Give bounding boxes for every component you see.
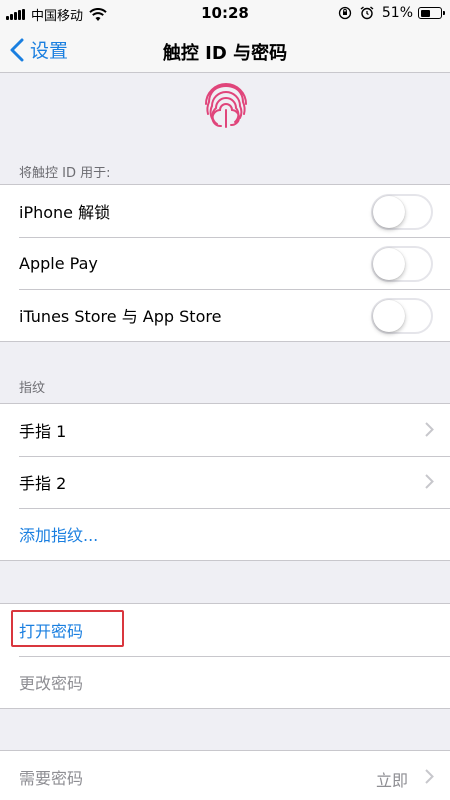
require-passcode-value: 立即: [375, 771, 408, 790]
toggle-knob: [373, 300, 405, 332]
finger-2-row[interactable]: 手指 2: [0, 456, 450, 508]
chevron-right-icon: [425, 474, 434, 489]
finger-2-label: 手指 2: [19, 474, 67, 493]
change-passcode-label: 更改密码: [19, 674, 84, 693]
touch-id-header: 将触控 ID 用于:: [19, 166, 111, 181]
battery-icon: [418, 7, 445, 19]
require-passcode-row: 需要密码 立即: [0, 751, 450, 800]
orientation-lock-icon: [338, 6, 352, 20]
iphone-unlock-toggle[interactable]: [371, 194, 433, 230]
change-passcode-row: 更改密码: [0, 656, 450, 708]
alarm-icon: [360, 6, 374, 20]
toggle-knob: [373, 248, 405, 280]
iphone-unlock-row: iPhone 解锁: [0, 185, 450, 237]
fingerprints-header: 指纹: [19, 381, 46, 396]
require-passcode-section: 需要密码 立即: [0, 750, 450, 800]
status-right: 51%: [338, 5, 445, 21]
chevron-right-icon: [425, 422, 434, 437]
status-bar: 中国移动 10:28 51%: [0, 0, 450, 28]
touch-id-section: iPhone 解锁 Apple Pay iTunes Store 与 App S…: [0, 184, 450, 342]
add-fingerprint-row[interactable]: 添加指纹...: [0, 508, 450, 560]
passcode-section: 打开密码 更改密码: [0, 603, 450, 709]
turn-on-passcode-label: 打开密码: [19, 622, 84, 641]
page-title: 触控 ID 与密码: [162, 43, 288, 64]
battery-fill: [420, 9, 431, 17]
finger-1-label: 手指 1: [19, 422, 67, 441]
itunes-app-store-toggle[interactable]: [371, 298, 433, 334]
chevron-right-icon: [425, 769, 434, 784]
fingerprints-section: 手指 1 手指 2 添加指纹...: [0, 403, 450, 561]
battery-percent: 51%: [381, 5, 413, 21]
fingerprint-icon: [200, 80, 252, 132]
apple-pay-toggle[interactable]: [371, 246, 433, 282]
turn-on-passcode-row[interactable]: 打开密码: [0, 604, 450, 656]
navigation-bar: 设置 触控 ID 与密码: [0, 28, 450, 73]
toggle-knob: [373, 196, 405, 228]
apple-pay-row: Apple Pay: [0, 237, 450, 289]
finger-1-row[interactable]: 手指 1: [0, 404, 450, 456]
add-fingerprint-label: 添加指纹...: [19, 526, 99, 545]
itunes-app-store-row: iTunes Store 与 App Store: [0, 289, 450, 341]
